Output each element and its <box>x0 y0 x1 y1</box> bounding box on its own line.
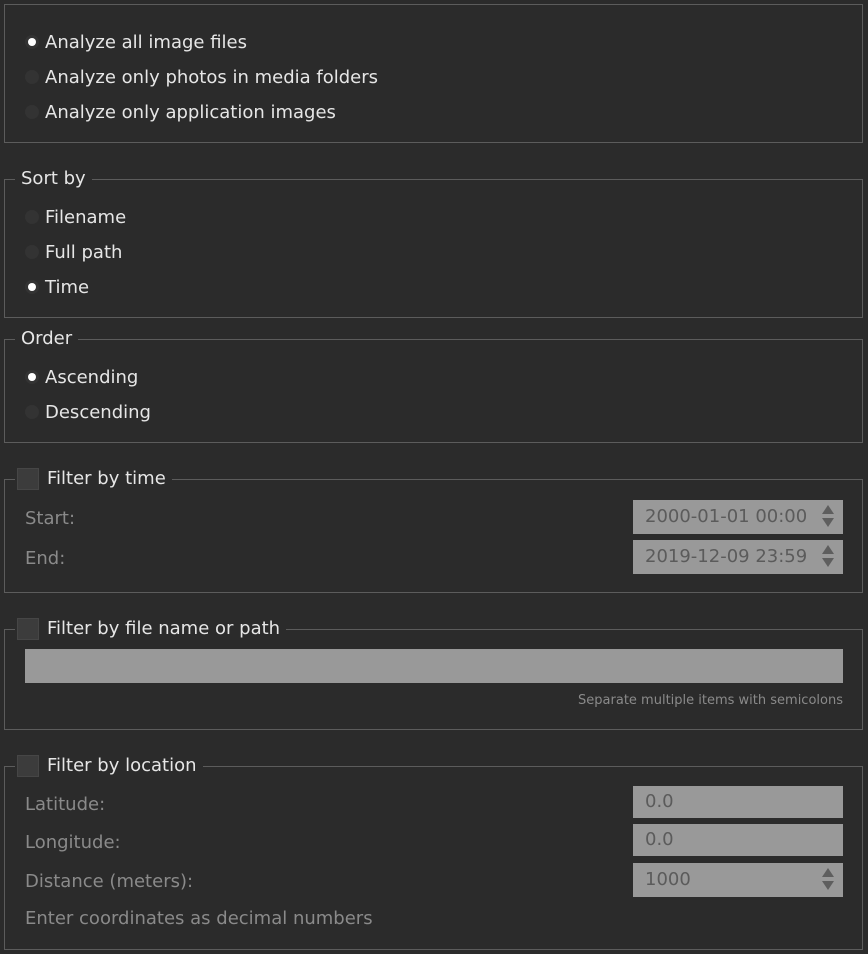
radio-indicator[interactable] <box>25 370 39 384</box>
radio-sort-time[interactable]: Time <box>25 274 89 300</box>
radio-analyze-media-photos[interactable]: Analyze only photos in media folders <box>25 64 378 90</box>
filter-name-header[interactable]: Filter by file name or path <box>15 617 287 641</box>
radio-label: Ascending <box>45 366 139 388</box>
filter-time-title: Filter by time <box>47 468 166 489</box>
filter-name-title: Filter by file name or path <box>47 618 281 639</box>
radio-indicator[interactable] <box>25 105 39 119</box>
filter-time-checkbox[interactable] <box>17 468 39 490</box>
filter-location-title: Filter by location <box>47 755 197 776</box>
end-datetime-field[interactable]: 2019-12-09 23:59 <box>633 540 843 574</box>
spin-down-icon[interactable] <box>822 518 834 527</box>
filter-time-header[interactable]: Filter by time <box>15 467 172 491</box>
filter-name-input[interactable] <box>25 649 843 683</box>
latitude-value: 0.0 <box>645 791 674 812</box>
distance-label: Distance (meters): <box>25 871 194 892</box>
radio-label: Descending <box>45 401 151 423</box>
radio-label: Full path <box>45 241 123 263</box>
filter-location-checkbox[interactable] <box>17 755 39 777</box>
filter-name-hint: Separate multiple items with semicolons <box>578 693 843 708</box>
radio-sort-filename[interactable]: Filename <box>25 204 126 230</box>
radio-indicator[interactable] <box>25 280 39 294</box>
radio-sort-full-path[interactable]: Full path <box>25 239 122 265</box>
radio-indicator[interactable] <box>25 210 39 224</box>
latitude-label: Latitude: <box>25 794 106 815</box>
spin-down-icon[interactable] <box>822 881 834 890</box>
radio-label: Analyze only photos in media folders <box>45 66 379 88</box>
filter-location-group: Filter by location Latitude: 0.0 Longitu… <box>4 754 863 950</box>
sort-group: Sort by Filename Full path Time <box>4 167 863 318</box>
distance-spinner[interactable] <box>821 866 835 894</box>
distance-value: 1000 <box>645 869 691 890</box>
radio-label: Analyze all image files <box>45 31 247 53</box>
radio-label: Time <box>45 276 90 298</box>
order-group-title: Order <box>15 327 79 351</box>
filter-time-group: Filter by time Start: 2000-01-01 00:00 E… <box>4 467 863 593</box>
longitude-value: 0.0 <box>645 829 674 850</box>
latitude-field[interactable]: 0.0 <box>633 786 843 818</box>
spin-down-icon[interactable] <box>822 558 834 567</box>
start-spinner[interactable] <box>821 503 835 531</box>
radio-indicator[interactable] <box>25 70 39 84</box>
longitude-field[interactable]: 0.0 <box>633 824 843 856</box>
spin-up-icon[interactable] <box>822 545 834 554</box>
radio-label: Analyze only application images <box>45 101 336 123</box>
filter-name-checkbox[interactable] <box>17 618 39 640</box>
start-datetime-value: 2000-01-01 00:00 <box>645 506 808 527</box>
end-label: End: <box>25 548 66 569</box>
scope-group: Analyze all image files Analyze only pho… <box>4 4 863 143</box>
radio-order-ascending[interactable]: Ascending <box>25 364 138 390</box>
radio-indicator[interactable] <box>25 405 39 419</box>
radio-label: Filename <box>45 206 127 228</box>
radio-indicator[interactable] <box>25 35 39 49</box>
order-group: Order Ascending Descending <box>4 327 863 443</box>
radio-indicator[interactable] <box>25 245 39 259</box>
filter-name-group: Filter by file name or path Separate mul… <box>4 617 863 730</box>
radio-analyze-app-images[interactable]: Analyze only application images <box>25 99 336 125</box>
radio-order-descending[interactable]: Descending <box>25 399 151 425</box>
spin-up-icon[interactable] <box>822 868 834 877</box>
end-spinner[interactable] <box>821 543 835 571</box>
distance-field[interactable]: 1000 <box>633 863 843 897</box>
sort-group-title: Sort by <box>15 167 92 191</box>
filter-location-header[interactable]: Filter by location <box>15 754 203 778</box>
filter-location-hint: Enter coordinates as decimal numbers <box>25 908 373 929</box>
start-datetime-field[interactable]: 2000-01-01 00:00 <box>633 500 843 534</box>
radio-analyze-all[interactable]: Analyze all image files <box>25 29 247 55</box>
longitude-label: Longitude: <box>25 832 121 853</box>
end-datetime-value: 2019-12-09 23:59 <box>645 546 808 567</box>
start-label: Start: <box>25 508 76 529</box>
spin-up-icon[interactable] <box>822 505 834 514</box>
